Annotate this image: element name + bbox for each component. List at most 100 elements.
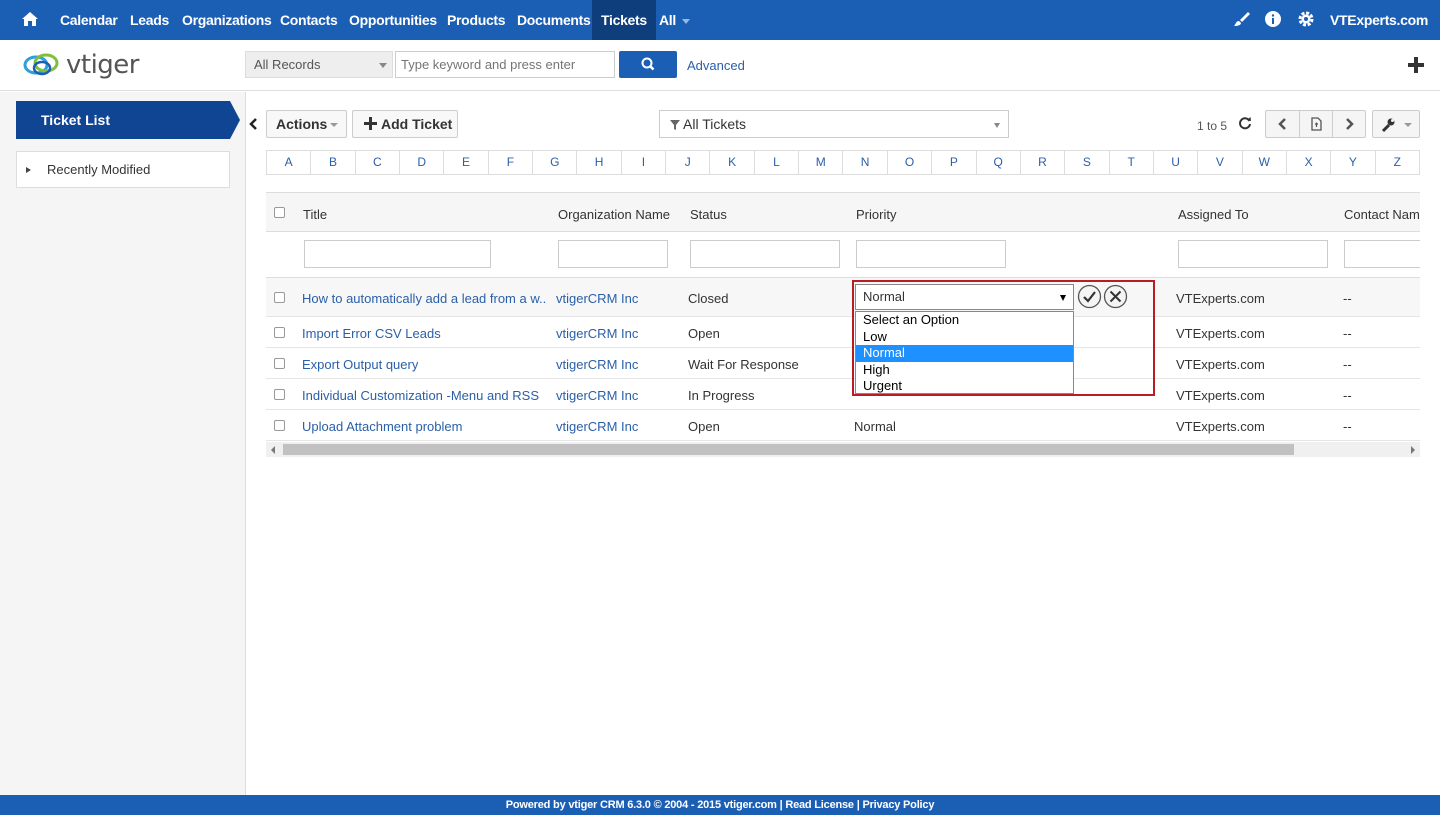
organization-link[interactable]: vtigerCRM Inc	[556, 326, 638, 341]
alphabet-letter-k[interactable]: K	[710, 151, 755, 174]
alphabet-letter-j[interactable]: J	[666, 151, 711, 174]
column-header-priority[interactable]: Priority	[856, 207, 896, 222]
alphabet-letter-p[interactable]: P	[932, 151, 977, 174]
list-settings-button[interactable]	[1372, 110, 1420, 138]
table-row[interactable]: How to automatically add a lead from a w…	[266, 278, 1420, 317]
scrollbar-thumb[interactable]	[283, 444, 1294, 455]
ticket-title-link[interactable]: Individual Customization -Menu and RSS	[302, 388, 539, 403]
alphabet-letter-h[interactable]: H	[577, 151, 622, 174]
sidebar-ticket-list[interactable]: Ticket List	[16, 101, 240, 139]
priority-option[interactable]: Low	[856, 329, 1073, 346]
scroll-left-icon[interactable]	[271, 446, 275, 454]
organization-link[interactable]: vtigerCRM Inc	[556, 291, 638, 306]
alphabet-letter-r[interactable]: R	[1021, 151, 1066, 174]
table-row[interactable]: Upload Attachment problem vtigerCRM Inc Op…	[266, 410, 1420, 441]
column-header-status[interactable]: Status	[690, 207, 727, 222]
column-header-organization[interactable]: Organization Name	[558, 207, 670, 222]
alphabet-letter-f[interactable]: F	[489, 151, 534, 174]
search-button[interactable]	[619, 51, 677, 78]
search-input[interactable]	[395, 51, 615, 78]
organization-search-input[interactable]	[558, 240, 668, 268]
next-page-button[interactable]	[1332, 111, 1365, 137]
nav-item-opportunities[interactable]: Opportunities	[340, 0, 446, 40]
table-row[interactable]: Import Error CSV Leads vtigerCRM Inc Open V…	[266, 317, 1420, 348]
organization-link[interactable]: vtigerCRM Inc	[556, 388, 638, 403]
priority-option[interactable]: Urgent	[856, 378, 1073, 395]
title-search-input[interactable]	[304, 240, 491, 268]
nav-item-all[interactable]: All	[650, 0, 699, 40]
row-checkbox[interactable]	[274, 420, 285, 431]
priority-option[interactable]: High	[856, 362, 1073, 379]
row-checkbox[interactable]	[274, 389, 285, 400]
select-all-checkbox[interactable]	[274, 207, 285, 218]
alphabet-letter-i[interactable]: I	[622, 151, 667, 174]
previous-page-button[interactable]	[1266, 111, 1299, 137]
sidebar-recently-modified[interactable]: Recently Modified	[16, 151, 230, 188]
alphabet-letter-n[interactable]: N	[843, 151, 888, 174]
nav-item-contacts[interactable]: Contacts	[271, 0, 347, 40]
row-checkbox[interactable]	[274, 358, 285, 369]
user-menu[interactable]: VTExperts.com	[1330, 0, 1440, 64]
refresh-icon[interactable]	[1238, 116, 1252, 130]
alphabet-letter-a[interactable]: A	[267, 151, 312, 174]
nav-item-calendar[interactable]: Calendar	[51, 0, 127, 40]
nav-item-organizations[interactable]: Organizations	[173, 0, 280, 40]
row-checkbox[interactable]	[274, 292, 285, 303]
column-header-assigned-to[interactable]: Assigned To	[1178, 207, 1249, 222]
alphabet-letter-y[interactable]: Y	[1331, 151, 1376, 174]
ticket-title-link[interactable]: How to automatically add a lead from a w…	[302, 291, 547, 306]
alphabet-letter-d[interactable]: D	[400, 151, 445, 174]
nav-item-tickets[interactable]: Tickets	[592, 0, 656, 40]
page-jump-button[interactable]	[1299, 111, 1332, 137]
column-header-contact-name[interactable]: Contact Name	[1344, 207, 1420, 222]
scroll-right-icon[interactable]	[1411, 446, 1415, 454]
alphabet-letter-c[interactable]: C	[356, 151, 401, 174]
cancel-x-icon[interactable]	[1103, 284, 1128, 309]
alphabet-letter-g[interactable]: G	[533, 151, 578, 174]
alphabet-letter-m[interactable]: M	[799, 151, 844, 174]
priority-option[interactable]: Select an Option	[856, 312, 1073, 329]
list-filter-select[interactable]: All Tickets	[659, 110, 1009, 138]
assigned-search-input[interactable]	[1178, 240, 1328, 268]
gear-icon[interactable]	[1297, 10, 1315, 28]
priority-search-input[interactable]	[856, 240, 1006, 268]
vtiger-logo[interactable]: vtiger	[22, 49, 140, 81]
home-icon[interactable]	[21, 10, 39, 28]
table-row[interactable]: Export Output query vtigerCRM Inc Wait For…	[266, 348, 1420, 379]
nav-item-leads[interactable]: Leads	[121, 0, 178, 40]
alphabet-letter-o[interactable]: O	[888, 151, 933, 174]
alphabet-letter-u[interactable]: U	[1154, 151, 1199, 174]
alphabet-letter-v[interactable]: V	[1198, 151, 1243, 174]
record-scope-select[interactable]: All Records	[245, 51, 393, 78]
nav-item-documents[interactable]: Documents	[508, 0, 600, 40]
alphabet-letter-w[interactable]: W	[1243, 151, 1287, 174]
alphabet-letter-s[interactable]: S	[1065, 151, 1110, 174]
save-check-icon[interactable]	[1077, 284, 1102, 309]
paintbrush-icon[interactable]	[1232, 10, 1250, 28]
info-icon[interactable]	[1264, 10, 1282, 28]
alphabet-letter-l[interactable]: L	[755, 151, 800, 174]
advanced-search-link[interactable]: Advanced	[687, 58, 745, 73]
ticket-title-link[interactable]: Export Output query	[302, 357, 418, 372]
alphabet-letter-t[interactable]: T	[1110, 151, 1154, 174]
ticket-title-link[interactable]: Upload Attachment problem	[302, 419, 462, 434]
actions-button[interactable]: Actions	[266, 110, 347, 138]
status-search-input[interactable]	[690, 240, 840, 268]
alphabet-letter-q[interactable]: Q	[977, 151, 1021, 174]
table-row[interactable]: Individual Customization -Menu and RSS vt…	[266, 379, 1420, 410]
horizontal-scrollbar[interactable]	[266, 442, 1420, 457]
priority-inline-select[interactable]: Normal	[855, 284, 1074, 310]
contact-search-input[interactable]	[1344, 240, 1420, 268]
column-header-title[interactable]: Title	[303, 207, 327, 222]
organization-link[interactable]: vtigerCRM Inc	[556, 357, 638, 372]
row-checkbox[interactable]	[274, 327, 285, 338]
sidebar-collapse-icon[interactable]	[248, 117, 260, 131]
ticket-title-link[interactable]: Import Error CSV Leads	[302, 326, 441, 341]
nav-item-products[interactable]: Products	[438, 0, 514, 40]
priority-option[interactable]: Normal	[856, 345, 1073, 362]
alphabet-letter-x[interactable]: X	[1287, 151, 1332, 174]
organization-link[interactable]: vtigerCRM Inc	[556, 419, 638, 434]
alphabet-letter-e[interactable]: E	[444, 151, 489, 174]
quick-create-plus-icon[interactable]	[1407, 56, 1425, 74]
alphabet-letter-z[interactable]: Z	[1376, 151, 1419, 174]
